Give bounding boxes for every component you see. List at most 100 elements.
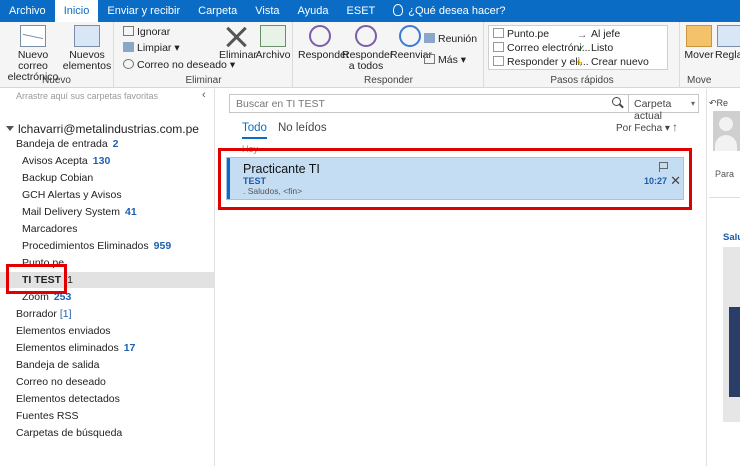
- tab-enviar-recibir[interactable]: Enviar y recibir: [98, 0, 189, 22]
- sort-direction-icon[interactable]: ↑: [672, 120, 678, 134]
- group-mover-label: Move: [687, 75, 712, 86]
- meeting-button[interactable]: Reunión: [424, 33, 477, 45]
- message-subject: TEST: [243, 176, 267, 186]
- unread-count: 2: [112, 138, 119, 150]
- tab-inicio[interactable]: Inicio: [54, 0, 99, 22]
- new-items-label-2: elementos: [62, 60, 112, 72]
- filter-unread[interactable]: No leídos: [278, 122, 327, 134]
- reply-all-icon: [355, 25, 377, 47]
- quick-step-punto-pe[interactable]: Punto.pe: [493, 28, 549, 40]
- folder-zoom[interactable]: Zoom 253: [22, 289, 71, 305]
- message-sender: Practicante TI: [243, 162, 320, 176]
- folder-ti-test[interactable]: TI TEST 1: [0, 272, 214, 288]
- reply-label: Responder: [298, 49, 350, 61]
- folder-label: Bandeja de entrada: [16, 138, 108, 150]
- folder-label: GCH Alertas y Avisos: [22, 189, 122, 201]
- chevron-down-icon[interactable]: ▾: [691, 99, 695, 108]
- collapse-pane-icon[interactable]: ‹: [202, 89, 206, 101]
- reply-icon: [309, 25, 331, 47]
- archive-label: Archivo: [255, 49, 291, 61]
- folder-label: Mail Delivery System: [22, 206, 121, 218]
- group-header-today: Hoy: [242, 144, 259, 154]
- folder-punto-pe[interactable]: Punto pe: [22, 255, 64, 271]
- new-items-icon: [74, 25, 100, 47]
- quick-step-correo[interactable]: Correo electróni...: [493, 42, 590, 54]
- forward-icon: [399, 25, 421, 47]
- more-icon: [424, 54, 435, 64]
- new-mail-icon: [20, 25, 46, 47]
- folder-procedimientos-eliminados[interactable]: Procedimientos Eliminados 959: [22, 238, 171, 254]
- quick-step-crear-nuevo[interactable]: ϟ Crear nuevo: [577, 56, 649, 69]
- folder-fuentes-rss[interactable]: Fuentes RSS: [16, 408, 78, 424]
- move-label: Mover: [684, 49, 714, 61]
- more-button[interactable]: Más ▾: [424, 54, 466, 66]
- folder-gch-alertas[interactable]: GCH Alertas y Avisos: [22, 187, 122, 203]
- archive-button[interactable]: Archivo: [255, 25, 291, 61]
- rules-button[interactable]: Reglas: [715, 25, 740, 61]
- reply-button[interactable]: Responder: [298, 25, 350, 61]
- close-icon[interactable]: ✕: [670, 173, 681, 189]
- message-item[interactable]: Practicante TI TEST . Saludos, <fin> 10:…: [226, 157, 684, 200]
- junk-label: Correo no deseado: [137, 59, 227, 71]
- clean-button[interactable]: Limpiar ▾: [123, 42, 180, 54]
- folder-mail-delivery[interactable]: Mail Delivery System 41: [22, 204, 137, 220]
- group-mover: Mover Reglas Move: [681, 22, 740, 88]
- clean-label: Limpiar: [137, 42, 172, 54]
- folder-elementos-eliminados[interactable]: Elementos eliminados 17: [16, 340, 135, 356]
- junk-icon: [123, 59, 134, 69]
- search-divider: [628, 95, 629, 112]
- quick-step-listo[interactable]: ✓ Listo: [577, 42, 613, 55]
- reading-reply-label: Re: [716, 98, 729, 108]
- ignore-icon: [123, 26, 134, 36]
- tell-me-box[interactable]: ¿Qué desea hacer?: [384, 0, 514, 22]
- folder-correo-no-deseado[interactable]: Correo no deseado: [16, 374, 106, 390]
- sort-dropdown[interactable]: Por Fecha ▾: [616, 123, 670, 134]
- folder-bandeja-salida[interactable]: Bandeja de salida: [16, 357, 99, 373]
- reply-all-label-2: a todos: [348, 60, 384, 72]
- quick-step-al-jefe[interactable]: → Al jefe: [577, 28, 620, 41]
- folder-avisos-acepta[interactable]: Avisos Acepta 130: [22, 153, 110, 169]
- folder-backup-cobian[interactable]: Backup Cobian: [22, 170, 93, 186]
- unread-count: 253: [53, 291, 72, 303]
- reading-body-image: [723, 247, 740, 422]
- delete-icon: [224, 25, 250, 47]
- tab-vista[interactable]: Vista: [246, 0, 288, 22]
- new-items-button[interactable]: Nuevos elementos: [62, 25, 112, 72]
- folder-label: TI TEST: [22, 274, 62, 286]
- reading-to-label: Para: [715, 169, 735, 179]
- search-scope-dropdown[interactable]: Carpeta actual: [634, 98, 698, 122]
- account-email: lchavarri@metalindustrias.com.pe: [18, 122, 199, 136]
- search-box[interactable]: Buscar en TI TEST Carpeta actual ▾: [229, 94, 699, 122]
- folder-marcadores[interactable]: Marcadores: [22, 221, 77, 237]
- meeting-label: Reunión: [438, 33, 478, 45]
- ignore-button[interactable]: Ignorar: [123, 26, 170, 38]
- folder-borrador[interactable]: Borrador [1]: [16, 306, 72, 322]
- folder-elementos-enviados[interactable]: Elementos enviados: [16, 323, 111, 339]
- flag-icon[interactable]: [658, 162, 668, 172]
- quick-step-responder-eliminar[interactable]: Responder y eli...: [493, 56, 589, 68]
- folder-elementos-detectados[interactable]: Elementos detectados: [16, 391, 120, 407]
- tab-eset[interactable]: ESET: [338, 0, 385, 22]
- tab-carpeta[interactable]: Carpeta: [189, 0, 246, 22]
- filter-all[interactable]: Todo: [242, 122, 267, 139]
- folder-carpetas-busqueda[interactable]: Carpetas de búsqueda: [16, 425, 122, 441]
- lightning-icon: ϟ: [577, 57, 583, 69]
- delete-button[interactable]: Eliminar: [219, 25, 257, 61]
- more-label: Más: [438, 54, 458, 66]
- reading-reply-button[interactable]: ↶Re: [709, 98, 728, 109]
- move-button[interactable]: Mover: [684, 25, 714, 61]
- folder-label: Zoom: [22, 291, 49, 303]
- group-nuevo: Nuevo correo electrónico Nuevos elemento…: [0, 22, 114, 88]
- search-placeholder: Buscar en TI TEST: [236, 98, 325, 110]
- folder-label: Punto pe: [22, 257, 65, 269]
- folder-bandeja-entrada[interactable]: Bandeja de entrada 2: [16, 136, 119, 152]
- reply-all-button[interactable]: Responder a todos: [342, 25, 393, 72]
- move-folder-icon: [686, 25, 712, 47]
- group-eliminar: Ignorar Limpiar ▾ Correo no deseado ▾ El…: [115, 22, 293, 88]
- search-icon[interactable]: [612, 97, 623, 108]
- sort-label: Por Fecha: [616, 123, 663, 134]
- tab-ayuda[interactable]: Ayuda: [289, 0, 338, 22]
- folder-label: Elementos detectados: [16, 393, 120, 405]
- account-node[interactable]: lchavarri@metalindustrias.com.pe: [6, 122, 199, 136]
- tab-archivo[interactable]: Archivo: [0, 0, 55, 22]
